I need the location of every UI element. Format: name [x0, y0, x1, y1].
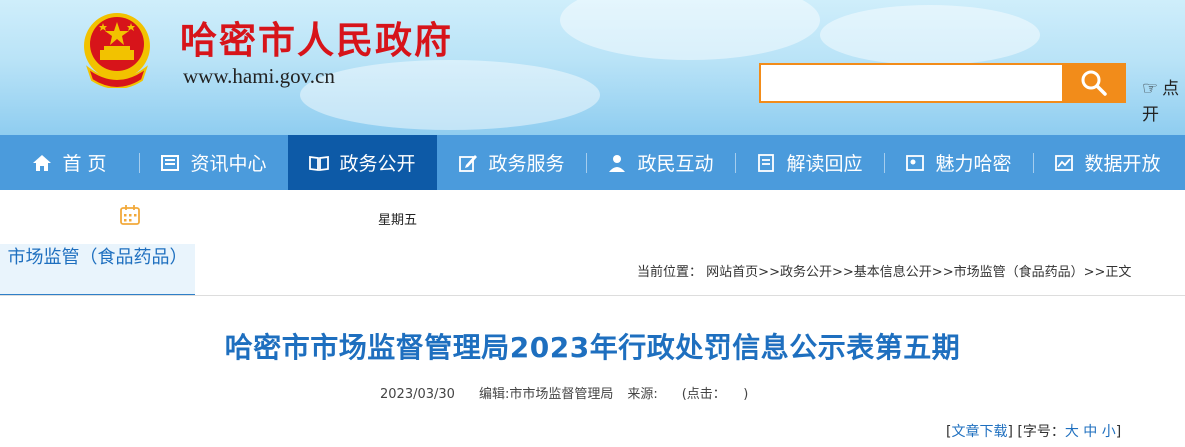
open-hint-text: 点: [1162, 79, 1180, 99]
nav-item-interaction[interactable]: 政民互动: [586, 135, 735, 190]
photo-icon: [906, 154, 925, 171]
chart-icon: [1055, 154, 1074, 171]
breadcrumb-link-basic-info[interactable]: 基本信息公开: [854, 265, 932, 280]
divider: [0, 295, 1185, 296]
font-size-medium[interactable]: 中: [1083, 424, 1097, 440]
breadcrumb-prefix: 当前位置：: [637, 265, 703, 280]
article-editor: 编辑:市市场监督管理局: [478, 387, 614, 402]
search-input[interactable]: [759, 63, 1062, 103]
download-article-link[interactable]: 文章下载: [951, 424, 1007, 440]
article-clicks-close: ): [743, 387, 749, 402]
nav-item-interpretation[interactable]: 解读回应: [735, 135, 884, 190]
nav-item-label: 解读回应: [786, 153, 863, 175]
breadcrumb-separator: >>: [1083, 265, 1106, 280]
document-icon: [758, 153, 775, 172]
weekday-label: 星期五: [378, 213, 418, 228]
search-button[interactable]: [1062, 63, 1126, 103]
font-size-small[interactable]: 小: [1102, 424, 1116, 440]
nav-separator: [884, 153, 885, 173]
main-nav: 首 页 资讯中心 政务公开 政务服务 政民互动 解读回应 魅力哈密 数据开放: [0, 135, 1185, 190]
site-title[interactable]: 哈密市人民政府: [180, 10, 453, 64]
home-icon: [33, 154, 52, 171]
nav-item-services[interactable]: 政务服务: [437, 135, 586, 190]
nav-item-label: 资讯中心: [190, 153, 267, 175]
search-icon: [1081, 70, 1107, 96]
nav-separator: [1033, 153, 1034, 173]
breadcrumb-link-market-supervision[interactable]: 市场监管（食品药品）: [954, 265, 1084, 280]
breadcrumb-separator: >>: [931, 265, 954, 280]
breadcrumb-separator: >>: [758, 265, 780, 280]
nav-item-label: 魅力哈密: [935, 153, 1012, 175]
nav-item-label: 政民互动: [637, 153, 714, 175]
nav-item-open-data[interactable]: 数据开放: [1033, 135, 1182, 190]
header-banner: 哈密市人民政府 www.hami.gov.cn ☞ 点 开: [0, 0, 1185, 135]
nav-item-news[interactable]: 资讯中心: [139, 135, 288, 190]
nav-item-home[interactable]: 首 页: [0, 135, 139, 190]
book-icon: [309, 155, 330, 171]
national-emblem-icon: [84, 13, 150, 88]
article-source: 来源:: [627, 387, 658, 402]
breadcrumb-separator: >>: [831, 265, 854, 280]
category-tab[interactable]: 市场监管（食品药品）: [0, 244, 195, 296]
site-url[interactable]: www.hami.gov.cn: [183, 64, 335, 89]
article-tools: [文章下载] [字号：大 中 小]: [946, 424, 1122, 440]
person-icon: [609, 154, 626, 172]
news-icon: [161, 154, 180, 171]
edit-icon: [459, 154, 478, 172]
nav-item-charm-hami[interactable]: 魅力哈密: [884, 135, 1033, 190]
article-date: 2023/03/30: [380, 387, 455, 402]
calendar-icon: [120, 205, 140, 225]
breadcrumb-link-home[interactable]: 网站首页: [706, 265, 758, 280]
nav-item-label: 首 页: [62, 153, 107, 175]
open-hint[interactable]: ☞ 点 开: [1142, 76, 1185, 128]
font-size-large[interactable]: 大: [1065, 424, 1079, 440]
article-clicks: (点击：: [681, 387, 720, 402]
open-hint-text-2: 开: [1142, 105, 1159, 125]
nav-separator: [586, 153, 587, 173]
nav-item-government-affairs[interactable]: 政务公开: [288, 135, 437, 190]
banner-cloud: [560, 0, 820, 60]
breadcrumb-link-government-affairs[interactable]: 政务公开: [780, 265, 832, 280]
nav-separator: [735, 153, 736, 173]
nav-item-label: 政务服务: [488, 153, 565, 175]
breadcrumb: 当前位置： 网站首页>>政务公开>>基本信息公开>>市场监管（食品药品）>>正文: [637, 261, 1131, 280]
banner-cloud: [820, 5, 1040, 65]
article-title: 哈密市市场监督管理局2023年行政处罚信息公示表第五期: [224, 331, 961, 364]
article-meta: 2023/03/30 编辑:市市场监督管理局 来源: (点击：): [380, 383, 772, 402]
nav-item-label: 数据开放: [1084, 153, 1161, 175]
pointing-hand-icon: ☞: [1142, 78, 1159, 99]
nav-separator: [139, 153, 140, 173]
nav-item-label: 政务公开: [339, 153, 416, 175]
breadcrumb-current: 正文: [1105, 265, 1132, 280]
font-size-label: 字号：: [1022, 424, 1065, 440]
banner-cloud: [300, 60, 600, 130]
